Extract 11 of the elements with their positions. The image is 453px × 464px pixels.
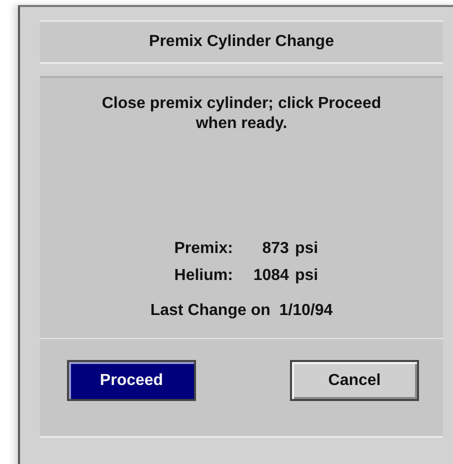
reading-value: 1084: [252, 267, 289, 285]
instruction-text: Close premix cylinder; click Proceed when ready.: [102, 94, 382, 134]
last-change-text: Last Change on 1/10/94: [150, 302, 333, 320]
reading-unit: psi: [294, 240, 318, 258]
proceed-button[interactable]: Proceed: [67, 360, 196, 401]
reading-label: Premix:: [173, 240, 233, 258]
reading-unit: psi: [294, 267, 318, 285]
reading-value: 873: [261, 240, 289, 258]
dialog-title: Premix Cylinder Change: [40, 20, 443, 64]
reading-label: Helium:: [173, 267, 233, 285]
cancel-button[interactable]: Cancel: [290, 360, 419, 401]
